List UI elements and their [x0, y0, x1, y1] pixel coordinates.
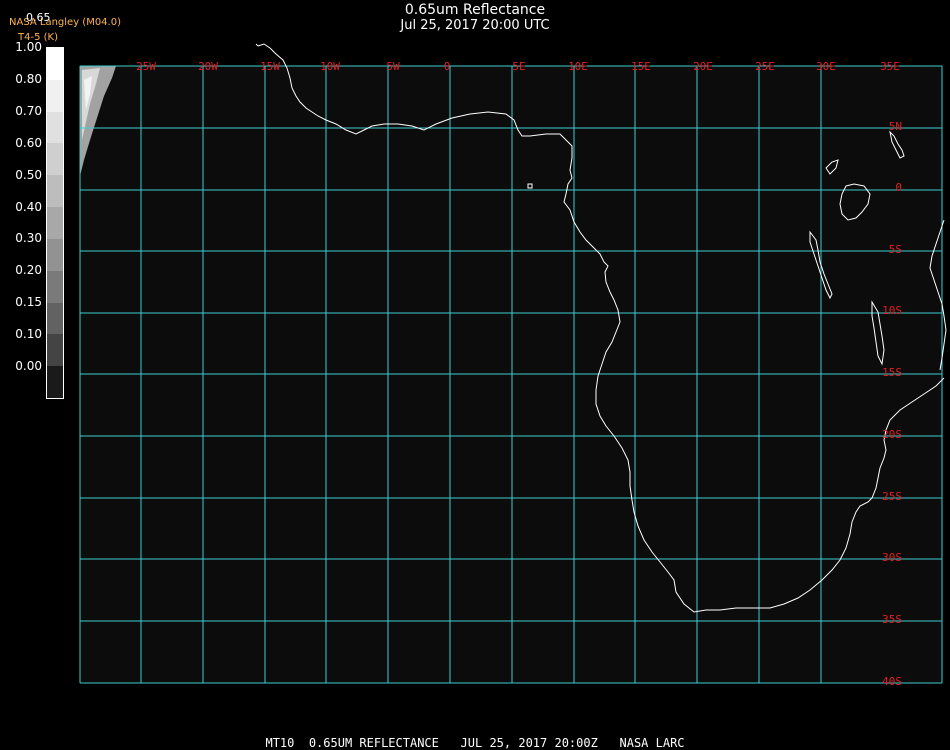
longitude-label: 35E — [880, 60, 900, 73]
latitude-label: 0 — [895, 181, 902, 194]
longitude-label: 15E — [631, 60, 651, 73]
latitude-label: 20S — [882, 428, 902, 441]
longitude-label: 25E — [755, 60, 775, 73]
longitude-label: 15W — [260, 60, 280, 73]
latitude-label: 15S — [882, 366, 902, 379]
longitude-label: 30E — [816, 60, 836, 73]
longitude-label: 20E — [693, 60, 713, 73]
longitude-label: 0 — [444, 60, 451, 73]
cape-verde-islands — [255, 43, 259, 47]
latitude-label: 40S — [882, 675, 902, 688]
longitude-label: 10E — [568, 60, 588, 73]
map-canvas: 25W 20W 15W 10W 5W 0 5E 10E 15E 20E 25E 30E 35E 5N 0 5… — [79, 43, 947, 688]
footer-caption: MT10 0.65UM REFLECTANCE JUL 25, 2017 20:… — [265, 736, 685, 750]
longitude-label: 5E — [512, 60, 525, 73]
longitude-label: 10W — [320, 60, 340, 73]
latitude-label: 25S — [882, 490, 902, 503]
latitude-label: 30S — [882, 551, 902, 564]
longitude-label: 5W — [386, 60, 400, 73]
longitude-label: 25W — [136, 60, 156, 73]
latitude-label: 5S — [889, 243, 902, 256]
latitude-label: 10S — [882, 304, 902, 317]
latitude-label: 35S — [882, 613, 902, 626]
longitude-label: 20W — [198, 60, 218, 73]
latitude-label: 5N — [889, 120, 902, 133]
